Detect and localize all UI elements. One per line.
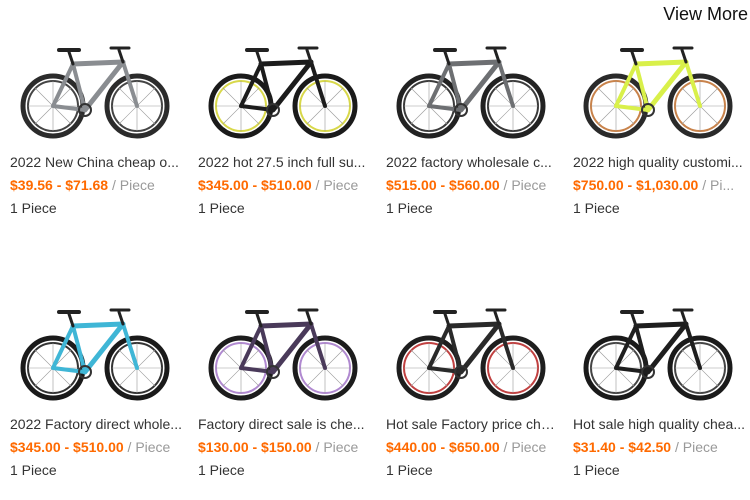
bike-image xyxy=(208,308,358,401)
product-image[interactable] xyxy=(391,28,551,153)
product-card[interactable]: 2022 New China cheap o... $39.56 - $71.6… xyxy=(10,28,190,217)
bike-image xyxy=(583,46,733,139)
product-card[interactable]: Factory direct sale is che... $130.00 - … xyxy=(198,290,378,479)
price-unit: / Piece xyxy=(671,439,718,455)
product-title[interactable]: 2022 factory wholesale c... xyxy=(386,153,558,171)
price-unit: / Piece xyxy=(311,177,359,193)
min-order-quantity: 1 Piece xyxy=(573,200,620,216)
price-unit: / Piece xyxy=(108,177,155,193)
product-title[interactable]: 2022 New China cheap o... xyxy=(10,153,182,171)
product-card[interactable]: 2022 high quality customi... $750.00 - $… xyxy=(573,28,750,217)
product-grid: 2022 New China cheap o... $39.56 - $71.6… xyxy=(0,0,750,500)
product-image[interactable] xyxy=(578,28,738,153)
min-order-quantity: 1 Piece xyxy=(573,462,620,478)
price-range: $750.00 - $1,030.00 xyxy=(573,177,699,193)
bike-image xyxy=(208,46,358,139)
price-unit: / Piece xyxy=(311,439,359,455)
min-order-quantity: 1 Piece xyxy=(386,200,433,216)
product-title[interactable]: 2022 high quality customi... xyxy=(573,153,745,171)
bike-image xyxy=(20,308,170,401)
price-range: $440.00 - $650.00 xyxy=(386,439,500,455)
min-order-quantity: 1 Piece xyxy=(10,200,57,216)
price-row: $31.40 - $42.50 / Piece xyxy=(573,438,745,456)
price-range: $515.00 - $560.00 xyxy=(386,177,500,193)
price-row: $345.00 - $510.00 / Piece xyxy=(10,438,182,456)
product-title[interactable]: Hot sale Factory price che... xyxy=(386,415,558,433)
min-order-quantity: 1 Piece xyxy=(386,462,433,478)
price-row: $750.00 - $1,030.00 / Pi... xyxy=(573,176,745,194)
min-order-quantity: 1 Piece xyxy=(198,462,245,478)
product-card[interactable]: Hot sale Factory price che... $440.00 - … xyxy=(386,290,566,479)
product-image[interactable] xyxy=(203,28,363,153)
price-range: $345.00 - $510.00 xyxy=(198,177,312,193)
bike-image xyxy=(396,308,546,401)
price-row: $440.00 - $650.00 / Piece xyxy=(386,438,558,456)
bike-image xyxy=(583,308,733,401)
product-card[interactable]: 2022 factory wholesale c... $515.00 - $5… xyxy=(386,28,566,217)
price-unit: / Pi... xyxy=(698,177,735,193)
min-order-quantity: 1 Piece xyxy=(10,462,57,478)
product-image[interactable] xyxy=(15,28,175,153)
product-image[interactable] xyxy=(15,290,175,415)
price-range: $31.40 - $42.50 xyxy=(573,439,672,455)
price-unit: / Piece xyxy=(499,439,547,455)
price-range: $345.00 - $510.00 xyxy=(10,439,124,455)
product-title[interactable]: Factory direct sale is che... xyxy=(198,415,370,433)
product-title[interactable]: 2022 hot 27.5 inch full su... xyxy=(198,153,370,171)
price-range: $39.56 - $71.68 xyxy=(10,177,109,193)
price-range: $130.00 - $150.00 xyxy=(198,439,312,455)
product-image[interactable] xyxy=(391,290,551,415)
product-title[interactable]: 2022 Factory direct whole... xyxy=(10,415,182,433)
price-row: $39.56 - $71.68 / Piece xyxy=(10,176,182,194)
price-row: $130.00 - $150.00 / Piece xyxy=(198,438,370,456)
product-card[interactable]: 2022 Factory direct whole... $345.00 - $… xyxy=(10,290,190,479)
bike-image xyxy=(20,46,170,139)
bike-image xyxy=(396,46,546,139)
min-order-quantity: 1 Piece xyxy=(198,200,245,216)
product-card[interactable]: 2022 hot 27.5 inch full su... $345.00 - … xyxy=(198,28,378,217)
price-row: $515.00 - $560.00 / Piece xyxy=(386,176,558,194)
price-row: $345.00 - $510.00 / Piece xyxy=(198,176,370,194)
product-title[interactable]: Hot sale high quality chea... xyxy=(573,415,745,433)
product-card[interactable]: Hot sale high quality chea... $31.40 - $… xyxy=(573,290,750,479)
price-unit: / Piece xyxy=(499,177,547,193)
product-image[interactable] xyxy=(203,290,363,415)
product-image[interactable] xyxy=(578,290,738,415)
price-unit: / Piece xyxy=(123,439,171,455)
